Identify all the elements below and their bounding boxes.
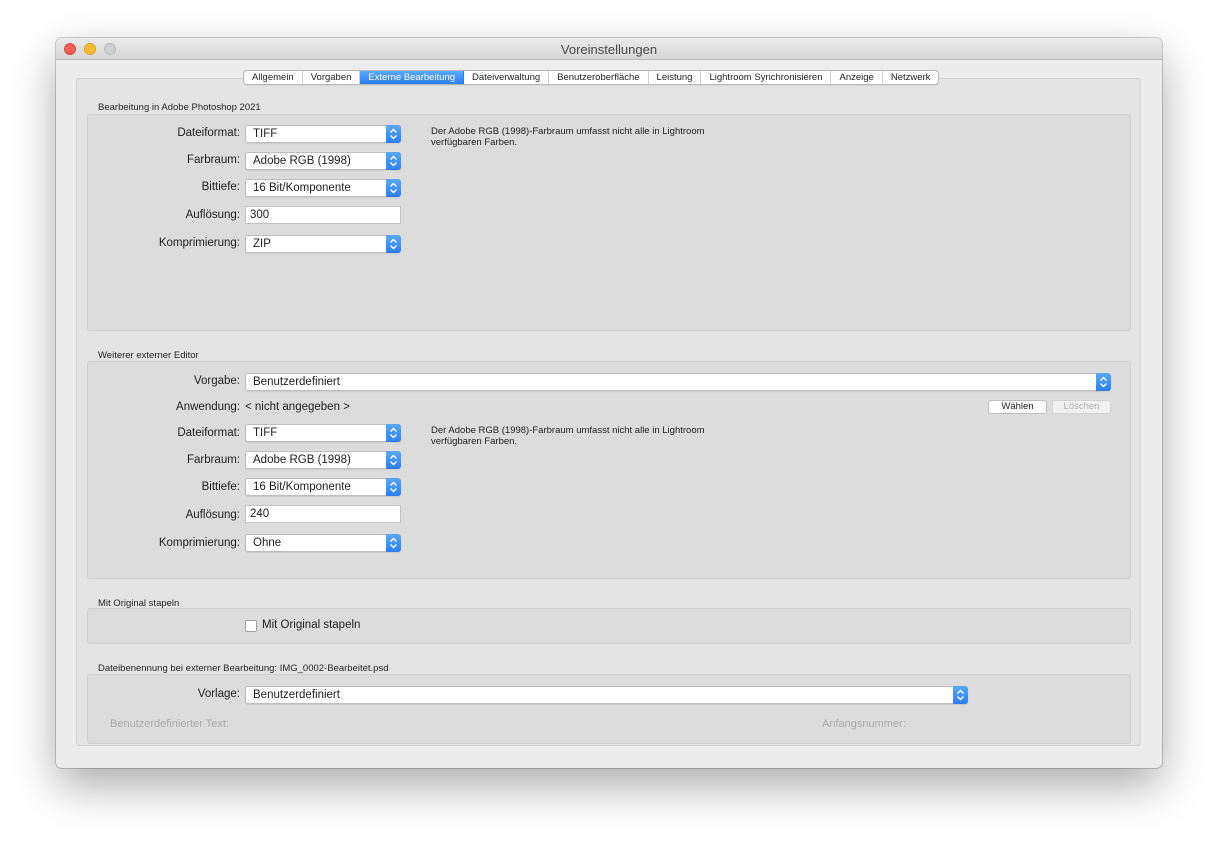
ee-komprimierung-value: Ohne (253, 537, 282, 549)
ps-bittiefe-popup[interactable]: 16 Bit/Komponente (245, 179, 401, 197)
loeschen-button[interactable]: Löschen (1052, 400, 1111, 414)
ee-vorgabe-label: Vorgabe: (193, 375, 240, 387)
ee-dateiformat-value: TIFF (253, 427, 278, 439)
ee-vorgabe-popup[interactable]: Benutzerdefiniert (245, 373, 1111, 391)
preferences-window: Voreinstellungen Allgemein Vorgaben Exte… (56, 38, 1162, 768)
external-editor-group (87, 361, 1131, 579)
popup-arrows-icon (386, 424, 401, 442)
ee-dateiformat-label: Dateiformat: (177, 427, 240, 439)
tab-anzeige[interactable]: Anzeige (831, 71, 883, 84)
ee-bittiefe-value: 16 Bit/Komponente (253, 481, 351, 493)
popup-arrows-icon (386, 534, 401, 552)
photoshop-section-title: Bearbeitung in Adobe Photoshop 2021 (98, 102, 261, 113)
ee-anwendung-value: < nicht angegeben > (245, 401, 350, 413)
ps-dateiformat-popup[interactable]: TIFF (245, 125, 401, 143)
tab-vorgaben[interactable]: Vorgaben (303, 71, 361, 84)
ps-komprimierung-value: ZIP (253, 238, 271, 250)
ee-aufloesung-label: Auflösung: (185, 509, 240, 521)
ee-aufloesung-field[interactable]: 240 (245, 505, 401, 523)
ee-aufloesung-value: 240 (250, 508, 270, 520)
stack-with-original-label[interactable]: Mit Original stapeln (262, 619, 360, 631)
ee-farbraum-popup[interactable]: Adobe RGB (1998) (245, 451, 401, 469)
ps-colorspace-note: Der Adobe RGB (1998)-Farbraum umfasst ni… (431, 126, 705, 148)
naming-group (87, 674, 1131, 744)
ee-dateiformat-popup[interactable]: TIFF (245, 424, 401, 442)
ee-anwendung-label: Anwendung: (176, 401, 240, 413)
tab-leistung[interactable]: Leistung (649, 71, 702, 84)
custom-text-label: Benutzerdefinierter Text: (110, 718, 230, 730)
ee-vorgabe-value: Benutzerdefiniert (253, 376, 340, 388)
ps-farbraum-popup[interactable]: Adobe RGB (1998) (245, 152, 401, 170)
tab-lightroom-synchronisieren[interactable]: Lightroom Synchronisieren (701, 71, 832, 84)
ee-bittiefe-popup[interactable]: 16 Bit/Komponente (245, 478, 401, 496)
ps-aufloesung-field[interactable]: 300 (245, 206, 401, 224)
ee-colorspace-note: Der Adobe RGB (1998)-Farbraum umfasst ni… (431, 425, 705, 447)
ee-bittiefe-label: Bittiefe: (201, 481, 240, 493)
ps-farbraum-label: Farbraum: (186, 154, 240, 166)
tab-allgemein[interactable]: Allgemein (244, 71, 303, 84)
start-number-label: Anfangsnummer: (822, 718, 906, 730)
popup-arrows-icon (386, 478, 401, 496)
naming-vorlage-label: Vorlage: (197, 688, 240, 700)
naming-section-title: Dateibenennung bei externer Bearbeitung:… (98, 663, 389, 674)
naming-vorlage-popup[interactable]: Benutzerdefiniert (245, 686, 968, 704)
ps-bittiefe-value: 16 Bit/Komponente (253, 182, 351, 194)
tab-externe-bearbeitung[interactable]: Externe Bearbeitung (360, 71, 465, 84)
ps-dateiformat-value: TIFF (253, 128, 278, 140)
external-editor-section-title: Weiterer externer Editor (98, 350, 199, 361)
popup-arrows-icon (386, 179, 401, 197)
ps-komprimierung-label: Komprimierung: (158, 237, 240, 249)
tab-dateiverwaltung[interactable]: Dateiverwaltung (464, 71, 550, 84)
title-bar[interactable]: Voreinstellungen (56, 38, 1162, 60)
ps-aufloesung-value: 300 (250, 209, 270, 221)
waehlen-button[interactable]: Wählen (988, 400, 1047, 414)
stack-group (87, 608, 1131, 644)
window-title: Voreinstellungen (560, 42, 658, 57)
ps-farbraum-value: Adobe RGB (1998) (253, 155, 351, 167)
ee-komprimierung-label: Komprimierung: (158, 537, 240, 549)
popup-arrows-icon (386, 125, 401, 143)
popup-arrows-icon (386, 152, 401, 170)
tab-benutzeroberflaeche[interactable]: Benutzeroberfläche (549, 71, 649, 84)
popup-arrows-icon (1096, 373, 1111, 391)
naming-vorlage-value: Benutzerdefiniert (253, 689, 340, 701)
ps-dateiformat-label: Dateiformat: (177, 127, 240, 139)
popup-arrows-icon (953, 686, 968, 704)
ps-aufloesung-label: Auflösung: (185, 209, 240, 221)
ee-farbraum-label: Farbraum: (186, 454, 240, 466)
ps-komprimierung-popup[interactable]: ZIP (245, 235, 401, 253)
popup-arrows-icon (386, 235, 401, 253)
tab-netzwerk[interactable]: Netzwerk (883, 71, 939, 84)
preferences-tabs: Allgemein Vorgaben Externe Bearbeitung D… (243, 70, 940, 85)
stack-with-original-checkbox[interactable] (245, 620, 257, 632)
ps-bittiefe-label: Bittiefe: (201, 181, 240, 193)
popup-arrows-icon (386, 451, 401, 469)
ee-komprimierung-popup[interactable]: Ohne (245, 534, 401, 552)
ee-farbraum-value: Adobe RGB (1998) (253, 454, 351, 466)
